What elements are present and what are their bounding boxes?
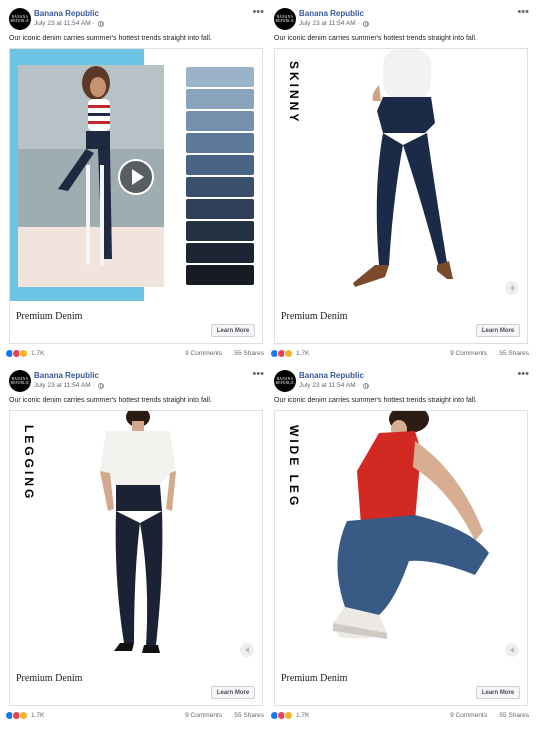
post-text: Our iconic denim carries summer's hottes… (9, 35, 212, 42)
post-timestamp[interactable]: July 23 at 11:54 AM · (299, 382, 360, 389)
page-name-link[interactable]: Banana Republic (34, 9, 99, 18)
avatar-logo-text: BANANA REPUBLIC (10, 15, 30, 23)
learn-more-button[interactable]: Learn More (211, 324, 255, 337)
globe-icon (97, 20, 104, 27)
post-text: Our iconic denim carries summer's hottes… (9, 397, 212, 404)
card-footer: Premium Denim Learn More (10, 301, 262, 343)
video-media[interactable] (10, 49, 262, 301)
post-stats: 1.7K 9 Comments 55 Shares (269, 709, 533, 723)
page-avatar[interactable]: BANANA REPUBLIC (274, 8, 296, 30)
post-timestamp[interactable]: July 23 at 11:54 AM · (299, 20, 360, 27)
haha-icon (284, 711, 293, 720)
reactions-summary[interactable]: 1.7K (270, 349, 309, 358)
avatar-logo-text: BANANA REPUBLIC (10, 377, 30, 385)
post-timestamp[interactable]: July 23 at 11:54 AM · (34, 20, 95, 27)
more-options-icon[interactable]: ••• (252, 368, 264, 380)
comments-count-link[interactable]: 9 Comments (185, 350, 222, 357)
page-avatar[interactable]: BANANA REPUBLIC (274, 370, 296, 392)
post-stats: 1.7K 9 Comments 55 Shares (4, 709, 268, 723)
post-stats: 1.7K 9 Comments 55 Shares (269, 347, 533, 361)
post-timestamp[interactable]: July 23 at 11:54 AM · (34, 382, 95, 389)
wide-leg-jeans-photo (275, 411, 527, 663)
card-headline: Premium Denim (16, 311, 83, 322)
shares-count-link[interactable]: 55 Shares (499, 350, 529, 357)
post-meta: July 23 at 11:54 AM · (34, 382, 104, 389)
page-avatar[interactable]: BANANA REPUBLIC (9, 8, 31, 30)
page-name-link[interactable]: Banana Republic (34, 371, 99, 380)
facebook-post: BANANA REPUBLIC Banana Republic July 23 … (4, 3, 268, 365)
haha-icon (19, 349, 28, 358)
style-label: LEGGING (22, 425, 36, 502)
avatar-logo-text: BANANA REPUBLIC (275, 377, 295, 385)
facebook-post: BANANA REPUBLIC Banana Republic July 23 … (4, 365, 268, 727)
more-options-icon[interactable]: ••• (517, 6, 529, 18)
carousel-prev-icon[interactable] (505, 281, 519, 295)
post-stats: 1.7K 9 Comments 55 Shares (4, 347, 268, 361)
haha-icon (284, 349, 293, 358)
card-footer: Premium Denim Learn More (275, 301, 527, 343)
card-headline: Premium Denim (281, 673, 348, 684)
post-meta: July 23 at 11:54 AM · (299, 382, 369, 389)
globe-icon (97, 382, 104, 389)
post-meta: July 23 at 11:54 AM · (34, 20, 104, 27)
legging-jeans-photo (10, 411, 262, 663)
carousel-image[interactable]: LEGGING (10, 411, 262, 663)
comments-count-link[interactable]: 9 Comments (450, 350, 487, 357)
skinny-jeans-photo (275, 49, 527, 301)
avatar-logo-text: BANANA REPUBLIC (275, 15, 295, 23)
reaction-count: 1.7K (31, 712, 45, 719)
post-text: Our iconic denim carries summer's hottes… (274, 397, 477, 404)
shares-count-link[interactable]: 55 Shares (234, 712, 264, 719)
card-footer: Premium Denim Learn More (10, 663, 262, 705)
more-options-icon[interactable]: ••• (252, 6, 264, 18)
comments-count-link[interactable]: 9 Comments (450, 712, 487, 719)
card-footer: Premium Denim Learn More (275, 663, 527, 705)
card-headline: Premium Denim (16, 673, 83, 684)
style-label: SKINNY (287, 61, 301, 125)
learn-more-button[interactable]: Learn More (476, 324, 520, 337)
post-text: Our iconic denim carries summer's hottes… (274, 35, 477, 42)
carousel-prev-icon[interactable] (505, 643, 519, 657)
facebook-post: BANANA REPUBLIC Banana Republic July 23 … (269, 3, 533, 365)
play-icon[interactable] (118, 159, 154, 195)
more-options-icon[interactable]: ••• (517, 368, 529, 380)
reaction-count: 1.7K (31, 350, 45, 357)
post-meta: July 23 at 11:54 AM · (299, 20, 369, 27)
style-label: WIDE LEG (287, 425, 301, 509)
reactions-summary[interactable]: 1.7K (270, 711, 309, 720)
reactions-summary[interactable]: 1.7K (5, 349, 44, 358)
ad-card[interactable]: LEGGING Premium Denim Learn More (9, 410, 263, 706)
shares-count-link[interactable]: 55 Shares (499, 712, 529, 719)
learn-more-button[interactable]: Learn More (476, 686, 520, 699)
comments-count-link[interactable]: 9 Comments (185, 712, 222, 719)
card-headline: Premium Denim (281, 311, 348, 322)
page-avatar[interactable]: BANANA REPUBLIC (9, 370, 31, 392)
reaction-count: 1.7K (296, 712, 310, 719)
shares-count-link[interactable]: 55 Shares (234, 350, 264, 357)
learn-more-button[interactable]: Learn More (211, 686, 255, 699)
carousel-image[interactable]: WIDE LEG (275, 411, 527, 663)
ad-card[interactable]: SKINNY Premium Denim Learn More (274, 48, 528, 344)
page-name-link[interactable]: Banana Republic (299, 9, 364, 18)
carousel-prev-icon[interactable] (240, 643, 254, 657)
facebook-post: BANANA REPUBLIC Banana Republic July 23 … (269, 365, 533, 727)
globe-icon (362, 20, 369, 27)
reaction-count: 1.7K (296, 350, 310, 357)
haha-icon (19, 711, 28, 720)
ad-card[interactable]: WIDE LEG Premium Denim Learn More (274, 410, 528, 706)
reactions-summary[interactable]: 1.7K (5, 711, 44, 720)
carousel-image[interactable]: SKINNY (275, 49, 527, 301)
page-name-link[interactable]: Banana Republic (299, 371, 364, 380)
ad-card[interactable]: Premium Denim Learn More (9, 48, 263, 344)
globe-icon (362, 382, 369, 389)
